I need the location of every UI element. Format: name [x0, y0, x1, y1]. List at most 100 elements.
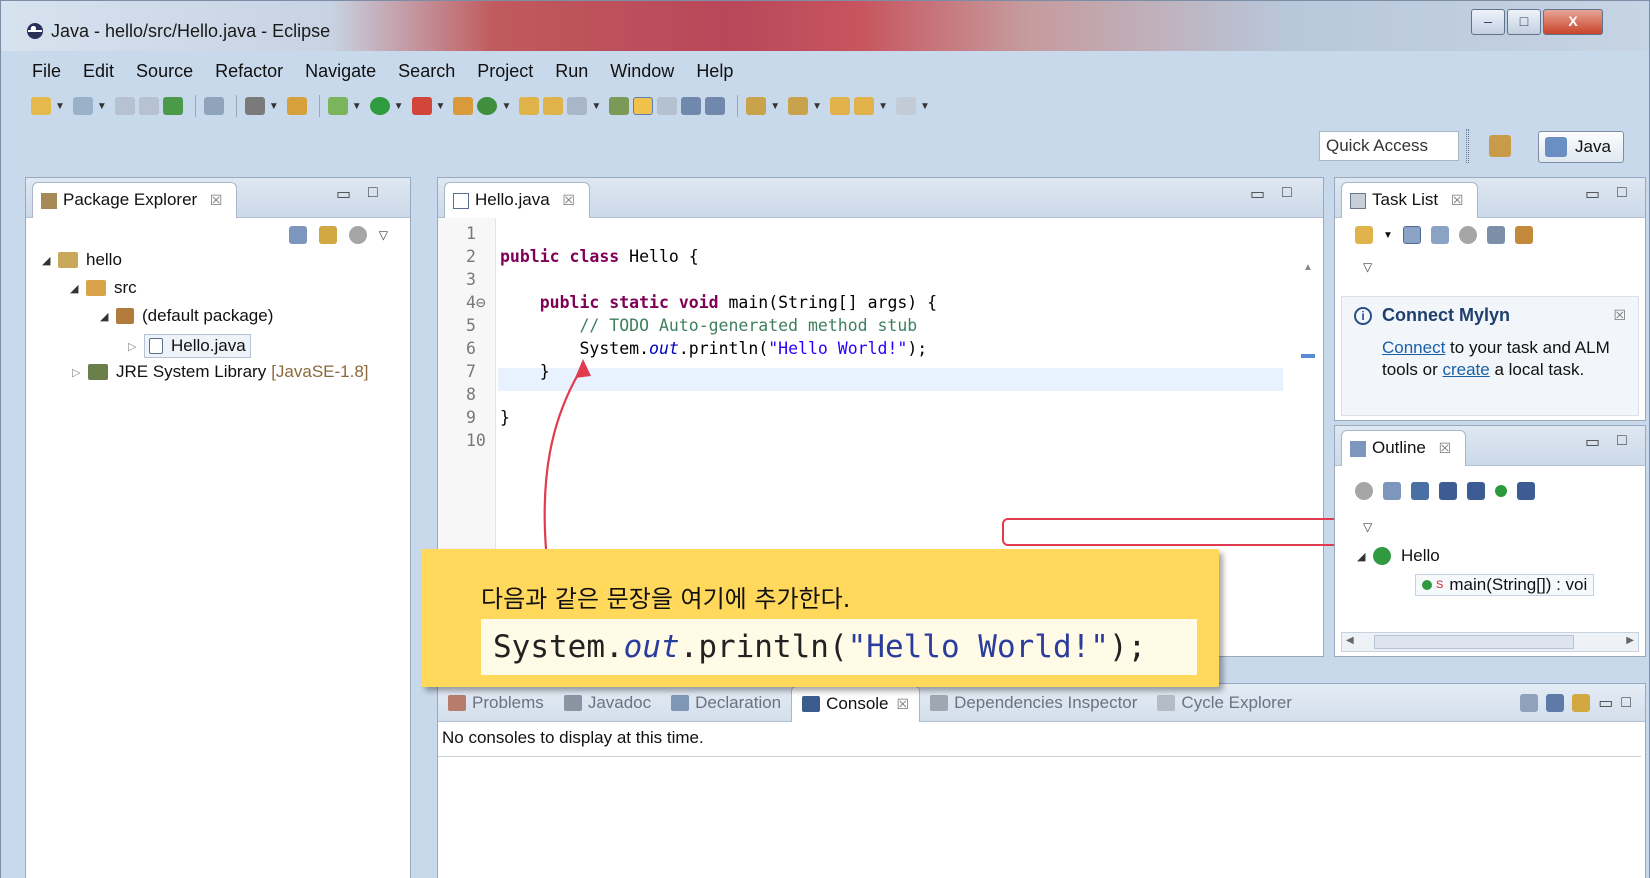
tree-item-project[interactable]: ◢ hello: [42, 250, 122, 270]
focus-task-icon[interactable]: [348, 226, 367, 244]
menu-help[interactable]: Help: [685, 57, 744, 85]
display-console-icon[interactable]: [1546, 693, 1565, 712]
back-dropdown-icon[interactable]: ▼: [878, 101, 888, 112]
outline-method-main[interactable]: S main(String[]) : voi: [1415, 574, 1595, 596]
toolbar-grip[interactable]: [1466, 129, 1469, 163]
tab-javadoc[interactable]: Javadoc: [554, 686, 661, 720]
minimize-button[interactable]: ‒: [1471, 9, 1505, 35]
toggle-whitespace-icon[interactable]: [657, 97, 678, 115]
hide-local-types-icon[interactable]: [1517, 482, 1535, 500]
code-line[interactable]: 8: [438, 383, 1323, 406]
code-line[interactable]: 2 public class Hello {: [438, 245, 1323, 268]
tab-outline[interactable]: Outline ☒: [1341, 430, 1467, 466]
close-tab-icon[interactable]: ☒: [562, 192, 575, 208]
code-line[interactable]: 7 }: [438, 360, 1323, 383]
prev-annotation-dropdown-icon[interactable]: ▼: [812, 101, 822, 112]
code-line[interactable]: 9}: [438, 406, 1323, 429]
minimize-icon[interactable]: ▭: [1598, 693, 1613, 713]
new-file-dropdown-icon[interactable]: ▼: [97, 101, 107, 112]
java-perspective-button[interactable]: Java: [1538, 131, 1624, 163]
maximize-icon[interactable]: □: [1282, 184, 1292, 202]
scroll-right-icon[interactable]: ▶: [1626, 635, 1634, 646]
run-dropdown-icon[interactable]: ▼: [394, 101, 404, 112]
prev-annotation-icon[interactable]: [788, 97, 809, 115]
new-icon[interactable]: [31, 97, 51, 115]
new-file-icon[interactable]: [72, 97, 93, 115]
connect-link[interactable]: Connect: [1382, 338, 1445, 357]
sync-icon[interactable]: [1514, 226, 1533, 244]
tab-declaration[interactable]: Declaration: [661, 686, 791, 720]
maximize-icon[interactable]: □: [1621, 694, 1631, 712]
debug-dropdown-icon[interactable]: ▼: [352, 101, 362, 112]
debug-config-dropdown-icon[interactable]: ▼: [269, 101, 279, 112]
maximize-button[interactable]: □: [1507, 9, 1541, 35]
view-menu-icon[interactable]: ▽: [1363, 520, 1372, 534]
collapse-tasks-icon[interactable]: [1486, 226, 1505, 244]
expand-icon[interactable]: ◢: [42, 254, 58, 267]
tree-item-jre[interactable]: ▷ JRE System Library [JavaSE-1.8]: [72, 362, 369, 382]
collapse-icon[interactable]: ▷: [72, 366, 88, 379]
new-dropdown-icon[interactable]: ▼: [55, 101, 65, 112]
open-folder-icon[interactable]: [543, 97, 564, 115]
menu-project[interactable]: Project: [466, 57, 544, 85]
search-tool-icon[interactable]: [567, 97, 588, 115]
menu-navigate[interactable]: Navigate: [294, 57, 387, 85]
collapse-icon[interactable]: ▷: [128, 340, 144, 353]
minimize-icon[interactable]: ▭: [1585, 184, 1600, 204]
menu-edit[interactable]: Edit: [72, 57, 125, 85]
close-mylyn-icon[interactable]: ☒: [1613, 307, 1626, 324]
run-icon[interactable]: [369, 97, 390, 115]
categorized-icon[interactable]: [1402, 226, 1421, 244]
new-class-dropdown-icon[interactable]: ▼: [501, 101, 511, 112]
scroll-thumb[interactable]: [1374, 635, 1574, 649]
open-console-icon[interactable]: [1572, 693, 1591, 712]
close-button[interactable]: X: [1543, 9, 1603, 35]
hide-fields-icon[interactable]: [1439, 482, 1457, 500]
hide-nonpublic-icon[interactable]: [1495, 485, 1507, 497]
code-line[interactable]: 5 // TODO Auto-generated method stub: [438, 314, 1323, 337]
menu-search[interactable]: Search: [387, 57, 466, 85]
tab-cycle-explorer[interactable]: Cycle Explorer: [1147, 686, 1302, 720]
show-source-icon[interactable]: [705, 97, 726, 115]
expand-icon[interactable]: ◢: [100, 310, 116, 323]
forward-icon[interactable]: [895, 97, 916, 115]
last-edit-icon[interactable]: [830, 97, 851, 115]
search-dropdown-icon[interactable]: ▼: [591, 101, 601, 112]
minimize-icon[interactable]: ▭: [336, 184, 351, 204]
open-perspective-icon[interactable]: [1489, 135, 1511, 157]
view-menu-icon[interactable]: ▽: [1363, 260, 1372, 274]
next-annotation-icon[interactable]: [746, 97, 767, 115]
close-tab-icon[interactable]: ☒: [210, 192, 223, 208]
minimize-icon[interactable]: ▭: [1250, 184, 1265, 204]
tree-item-hello-java[interactable]: ▷ Hello.java: [128, 334, 251, 358]
sort-icon[interactable]: [1411, 482, 1429, 500]
outline-hscrollbar[interactable]: ◀ ▶: [1341, 632, 1639, 652]
new-class-icon[interactable]: [477, 97, 498, 115]
external-tools-icon[interactable]: [411, 97, 432, 115]
open-type-icon[interactable]: [286, 97, 307, 115]
build-icon[interactable]: [162, 97, 183, 115]
expand-icon[interactable]: ◢: [1357, 550, 1373, 563]
focus-icon[interactable]: [1355, 482, 1373, 500]
menu-refactor[interactable]: Refactor: [204, 57, 294, 85]
view-menu-icon[interactable]: ▽: [379, 228, 388, 242]
tab-package-explorer[interactable]: Package Explorer ☒: [32, 182, 238, 218]
toggle-mark-occurrences-icon[interactable]: [609, 97, 630, 115]
next-annotation-dropdown-icon[interactable]: ▼: [770, 101, 780, 112]
menu-file[interactable]: File: [21, 57, 72, 85]
close-tab-icon[interactable]: ☒: [1439, 440, 1452, 456]
scroll-left-icon[interactable]: ◀: [1346, 635, 1354, 646]
collapse-all-icon[interactable]: [288, 226, 307, 244]
maximize-icon[interactable]: □: [368, 184, 378, 202]
new-task-icon[interactable]: [1355, 226, 1373, 244]
new-task-dropdown-icon[interactable]: ▼: [1383, 230, 1393, 241]
quick-access-input[interactable]: Quick Access: [1319, 131, 1459, 161]
outline-class-hello[interactable]: ◢ Hello: [1357, 546, 1440, 566]
tab-hello-java[interactable]: Hello.java ☒: [444, 182, 590, 218]
toggle-highlight-icon[interactable]: [633, 97, 654, 115]
debug-config-icon[interactable]: [244, 97, 265, 115]
save-icon[interactable]: [114, 97, 135, 115]
close-tab-icon[interactable]: ☒: [897, 696, 910, 713]
tab-problems[interactable]: Problems: [438, 686, 554, 720]
tree-item-default-package[interactable]: ◢ (default package): [100, 306, 273, 326]
